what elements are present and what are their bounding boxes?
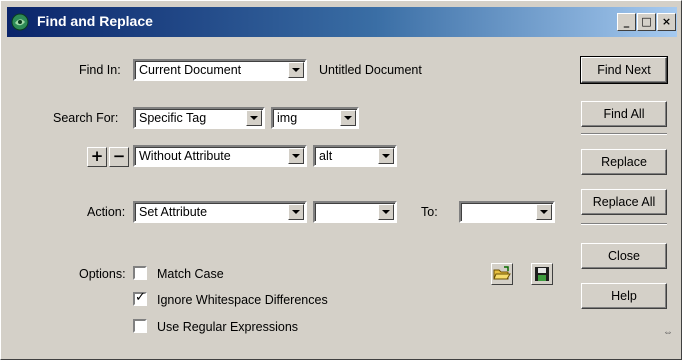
chevron-down-icon[interactable] bbox=[378, 148, 394, 164]
find-all-button[interactable]: Find All bbox=[581, 101, 667, 127]
chevron-down-icon[interactable] bbox=[288, 204, 304, 220]
chevron-down-icon[interactable] bbox=[378, 204, 394, 220]
minimize-button[interactable]: _ bbox=[617, 13, 636, 31]
close-window-button[interactable]: × bbox=[657, 13, 676, 31]
find-replace-dialog: Find and Replace _ □ × Find In: Current … bbox=[0, 0, 682, 360]
ignore-whitespace-checkbox[interactable]: ✓ bbox=[133, 290, 147, 306]
chevron-down-icon[interactable] bbox=[246, 110, 262, 126]
match-case-label[interactable]: Match Case bbox=[157, 267, 224, 281]
help-button[interactable]: Help bbox=[581, 283, 667, 309]
use-regex-checkbox[interactable] bbox=[133, 319, 147, 333]
to-label: To: bbox=[421, 205, 438, 219]
search-type-select[interactable]: Specific Tag bbox=[133, 107, 265, 129]
search-type-value: Specific Tag bbox=[139, 111, 207, 125]
tag-value: img bbox=[277, 111, 298, 125]
find-in-value: Current Document bbox=[139, 63, 242, 77]
chevron-down-icon[interactable] bbox=[288, 62, 304, 78]
document-name: Untitled Document bbox=[319, 63, 422, 77]
load-query-button[interactable] bbox=[491, 263, 513, 285]
button-separator bbox=[581, 223, 667, 225]
remove-condition-button[interactable]: − bbox=[109, 147, 129, 167]
modifier-select[interactable]: Without Attribute bbox=[133, 145, 307, 167]
action-value: Set Attribute bbox=[139, 205, 208, 219]
resize-grip-icon[interactable]: ⇔ bbox=[663, 327, 673, 338]
save-query-button[interactable] bbox=[531, 263, 553, 285]
action-select[interactable]: Set Attribute bbox=[133, 201, 307, 223]
options-label: Options: bbox=[79, 267, 126, 281]
dreamweaver-app-icon bbox=[11, 13, 29, 31]
match-case-checkbox[interactable] bbox=[133, 266, 147, 280]
modifier-value: Without Attribute bbox=[139, 149, 231, 163]
action-label: Action: bbox=[87, 205, 126, 219]
replace-all-button[interactable]: Replace All bbox=[581, 189, 667, 215]
close-button[interactable]: Close bbox=[581, 243, 667, 269]
chevron-down-icon[interactable] bbox=[536, 204, 552, 220]
action-attribute-select[interactable] bbox=[313, 201, 397, 223]
find-in-select[interactable]: Current Document bbox=[133, 59, 307, 81]
attribute-select[interactable]: alt bbox=[313, 145, 397, 167]
find-in-label-text: Find In: bbox=[79, 63, 121, 77]
chevron-down-icon[interactable] bbox=[288, 148, 304, 164]
floppy-disk-icon bbox=[535, 267, 549, 281]
open-folder-icon bbox=[493, 266, 511, 280]
add-condition-button[interactable]: + bbox=[87, 147, 107, 167]
attribute-value: alt bbox=[319, 149, 333, 163]
tag-select[interactable]: img bbox=[271, 107, 359, 129]
find-next-button[interactable]: Find Next bbox=[580, 56, 668, 84]
ignore-whitespace-label[interactable]: Ignore Whitespace Differences bbox=[157, 293, 328, 307]
button-separator bbox=[581, 133, 667, 135]
title-bar[interactable]: Find and Replace _ □ × bbox=[7, 7, 677, 37]
replace-button[interactable]: Replace bbox=[581, 149, 667, 175]
search-for-label: Search For: bbox=[53, 111, 119, 125]
chevron-down-icon[interactable] bbox=[340, 110, 356, 126]
use-regex-label[interactable]: Use Regular Expressions bbox=[157, 320, 298, 334]
to-value-select[interactable] bbox=[459, 201, 555, 223]
checkmark-icon: ✓ bbox=[135, 290, 146, 305]
maximize-button[interactable]: □ bbox=[637, 13, 656, 31]
find-in-label: Find In: bbox=[79, 63, 121, 77]
window-title: Find and Replace bbox=[37, 13, 153, 29]
